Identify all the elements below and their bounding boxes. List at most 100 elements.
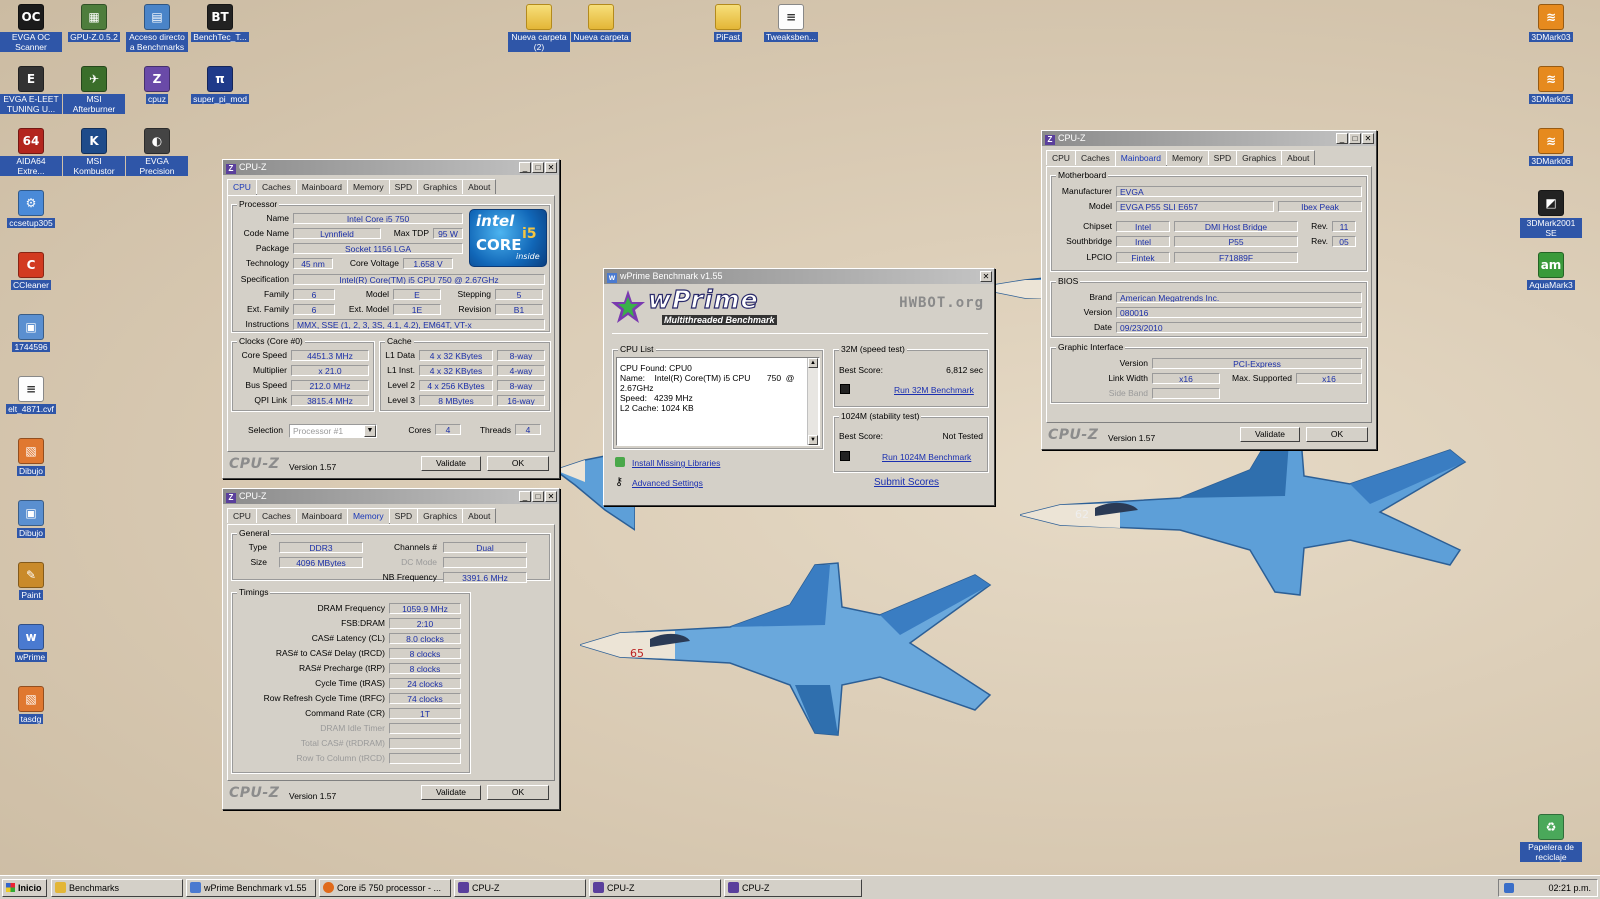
scroll-up-arrow-icon[interactable]: ▲: [808, 358, 818, 368]
close-button[interactable]: ✕: [545, 491, 557, 502]
desktop-icon-wprime[interactable]: w wPrime: [0, 624, 62, 662]
windows-logo-icon: [6, 883, 15, 892]
cpuz-window-mainboard[interactable]: Z CPU-Z _ □ ✕ CPU Caches Mainboard Memory SPD Gr…: [1041, 130, 1377, 450]
install-missing-libraries-link[interactable]: Install Missing Libraries: [632, 458, 720, 468]
close-button[interactable]: ✕: [545, 162, 557, 173]
cpuz-window-memory[interactable]: Z CPU-Z _ □ ✕ CPU Caches Mainboard Memory SPD Gr…: [222, 488, 560, 810]
tab-cpu[interactable]: CPU: [1046, 150, 1076, 165]
title-bar[interactable]: w wPrime Benchmark v1.55 ✕: [604, 269, 994, 284]
tab-graphics[interactable]: Graphics: [1236, 150, 1283, 165]
desktop-icon-ccsetup[interactable]: ⚙ ccsetup305: [0, 190, 62, 228]
task-button-firefox[interactable]: Core i5 750 processor - ...: [319, 879, 451, 897]
minimize-button[interactable]: _: [519, 162, 531, 173]
submit-scores-link[interactable]: Submit Scores: [874, 477, 939, 488]
tab-about[interactable]: About: [462, 179, 497, 194]
title-bar[interactable]: Z CPU-Z _ □ ✕: [223, 489, 559, 504]
floppy-save-icon[interactable]: [840, 384, 850, 394]
desktop-icon-benchtec[interactable]: BT BenchTec_T...: [189, 4, 251, 42]
desktop-icon-nueva-carpeta-2[interactable]: Nueva carpeta (2): [508, 4, 570, 52]
value-level3: 8 MBytes: [419, 395, 493, 406]
desktop-icon-3dmark2001[interactable]: ◩ 3DMark2001 SE: [1520, 190, 1582, 238]
run-1024m-benchmark-link[interactable]: Run 1024M Benchmark: [882, 452, 971, 462]
desktop-icon-evga-eleet[interactable]: E EVGA E-LEET TUNING U...: [0, 66, 62, 114]
desktop-icon-pifast[interactable]: PiFast: [697, 4, 759, 42]
desktop-icon-cpuz[interactable]: Zcpuz: [126, 66, 188, 104]
task-button-cpuz-2[interactable]: CPU-Z: [589, 879, 721, 897]
floppy-save-icon[interactable]: [840, 451, 850, 461]
ok-button[interactable]: OK: [487, 785, 549, 800]
desktop-icon-evga-oc-scanner[interactable]: OC EVGA OC Scanner: [0, 4, 62, 52]
value-bios-version: 080016: [1116, 307, 1362, 318]
desktop-icon-ccleaner[interactable]: C CCleaner: [0, 252, 62, 290]
desktop-icon-tasdg[interactable]: ▧ tasdg: [0, 686, 62, 724]
run-32m-benchmark-link[interactable]: Run 32M Benchmark: [894, 385, 974, 395]
desktop-icon-paint[interactable]: ✎ Paint: [0, 562, 62, 600]
desktop-icon-msi-kombustor[interactable]: K MSI Kombustor: [63, 128, 125, 176]
title-bar[interactable]: Z CPU-Z _ □ ✕: [1042, 131, 1376, 146]
start-button[interactable]: Inicio: [2, 879, 47, 897]
desktop-icon-3dmark06[interactable]: ≋ 3DMark06: [1520, 128, 1582, 166]
tab-about[interactable]: About: [1281, 150, 1316, 165]
tab-memory[interactable]: Memory: [1165, 150, 1209, 165]
desktop-icon-3dmark03[interactable]: ≋ 3DMark03: [1520, 4, 1582, 42]
desktop-icon-3dmark05[interactable]: ≋ 3DMark05: [1520, 66, 1582, 104]
close-button[interactable]: ✕: [980, 271, 992, 282]
task-button-wprime[interactable]: wPrime Benchmark v1.55: [186, 879, 316, 897]
tab-caches[interactable]: Caches: [1074, 150, 1116, 165]
tab-spd[interactable]: SPD: [1207, 150, 1238, 165]
tab-graphics[interactable]: Graphics: [417, 508, 464, 523]
label-southbridge-rev: Rev.: [1311, 236, 1328, 246]
minimize-button[interactable]: _: [519, 491, 531, 502]
tab-mainboard[interactable]: Mainboard: [295, 508, 348, 523]
tab-graphics[interactable]: Graphics: [417, 179, 464, 194]
wprime-window[interactable]: w wPrime Benchmark v1.55 ✕ wPrime Multith…: [603, 268, 995, 506]
maximize-button[interactable]: □: [1349, 133, 1361, 144]
value-package: Socket 1156 LGA: [293, 243, 463, 254]
desktop-icon-tweaksbench[interactable]: ≡ Tweaksben...: [760, 4, 822, 42]
desktop-icon-evga-precision[interactable]: ◐ EVGA Precision: [126, 128, 188, 176]
validate-button[interactable]: Validate: [1240, 427, 1300, 442]
maximize-button[interactable]: □: [532, 491, 544, 502]
desktop-icon-msi-afterburner[interactable]: ✈ MSI Afterburner: [63, 66, 125, 114]
desktop-icon-recycle-bin[interactable]: ♻ Papelera de reciclaje: [1520, 814, 1582, 862]
clock[interactable]: 02:21 p.m.: [1548, 883, 1591, 893]
desktop-icon-aida64[interactable]: 64 AIDA64 Extre...: [0, 128, 62, 176]
tab-about[interactable]: About: [462, 508, 497, 523]
minimize-button[interactable]: _: [1336, 133, 1348, 144]
cpuz-window-cpu[interactable]: Z CPU-Z _ □ ✕ CPU Caches Mainboard Memory SPD Gr…: [222, 159, 560, 479]
ok-button[interactable]: OK: [1306, 427, 1368, 442]
validate-button[interactable]: Validate: [421, 785, 481, 800]
maximize-button[interactable]: □: [532, 162, 544, 173]
desktop-icon-benchmarks-shortcut[interactable]: ▤ Acceso directo a Benchmarks: [126, 4, 188, 52]
desktop-icon-superpi[interactable]: π super_pi_mod: [189, 66, 251, 104]
desktop-icon-dibujo-1[interactable]: ▧ Dibujo: [0, 438, 62, 476]
desktop-icon-1744596[interactable]: ▣ 1744596: [0, 314, 62, 352]
tab-caches[interactable]: Caches: [255, 179, 297, 194]
close-button[interactable]: ✕: [1362, 133, 1374, 144]
desktop-icon-gpuz[interactable]: ▦ GPU-Z.0.5.2: [63, 4, 125, 42]
tab-mainboard[interactable]: Mainboard: [295, 179, 348, 194]
validate-button[interactable]: Validate: [421, 456, 481, 471]
task-button-benchmarks[interactable]: Benchmarks: [51, 879, 183, 897]
title-bar[interactable]: Z CPU-Z _ □ ✕: [223, 160, 559, 175]
advanced-settings-link[interactable]: Advanced Settings: [632, 478, 703, 488]
ok-button[interactable]: OK: [487, 456, 549, 471]
chevron-down-icon[interactable]: ▼: [364, 425, 376, 437]
task-button-cpuz-1[interactable]: CPU-Z: [454, 879, 586, 897]
tab-memory[interactable]: Memory: [346, 179, 390, 194]
cpu-list-scrollbar[interactable]: ▲ ▼: [807, 358, 818, 445]
desktop-icon-elt-cvf[interactable]: ≡ elt_4871.cvf: [0, 376, 62, 414]
tab-mainboard[interactable]: Mainboard: [1114, 150, 1167, 167]
task-button-cpuz-3[interactable]: CPU-Z: [724, 879, 862, 897]
tab-cpu[interactable]: CPU: [227, 508, 257, 523]
tab-spd[interactable]: SPD: [388, 508, 419, 523]
scroll-down-arrow-icon[interactable]: ▼: [808, 435, 818, 445]
tab-cpu[interactable]: CPU: [227, 179, 257, 196]
tab-memory[interactable]: Memory: [346, 508, 390, 525]
desktop-icon-nueva-carpeta[interactable]: Nueva carpeta: [570, 4, 632, 42]
tab-spd[interactable]: SPD: [388, 179, 419, 194]
desktop-icon-aquamark3[interactable]: am AquaMark3: [1520, 252, 1582, 290]
tray-network-icon[interactable]: [1504, 883, 1514, 893]
tab-caches[interactable]: Caches: [255, 508, 297, 523]
desktop-icon-dibujo-2[interactable]: ▣ Dibujo: [0, 500, 62, 538]
